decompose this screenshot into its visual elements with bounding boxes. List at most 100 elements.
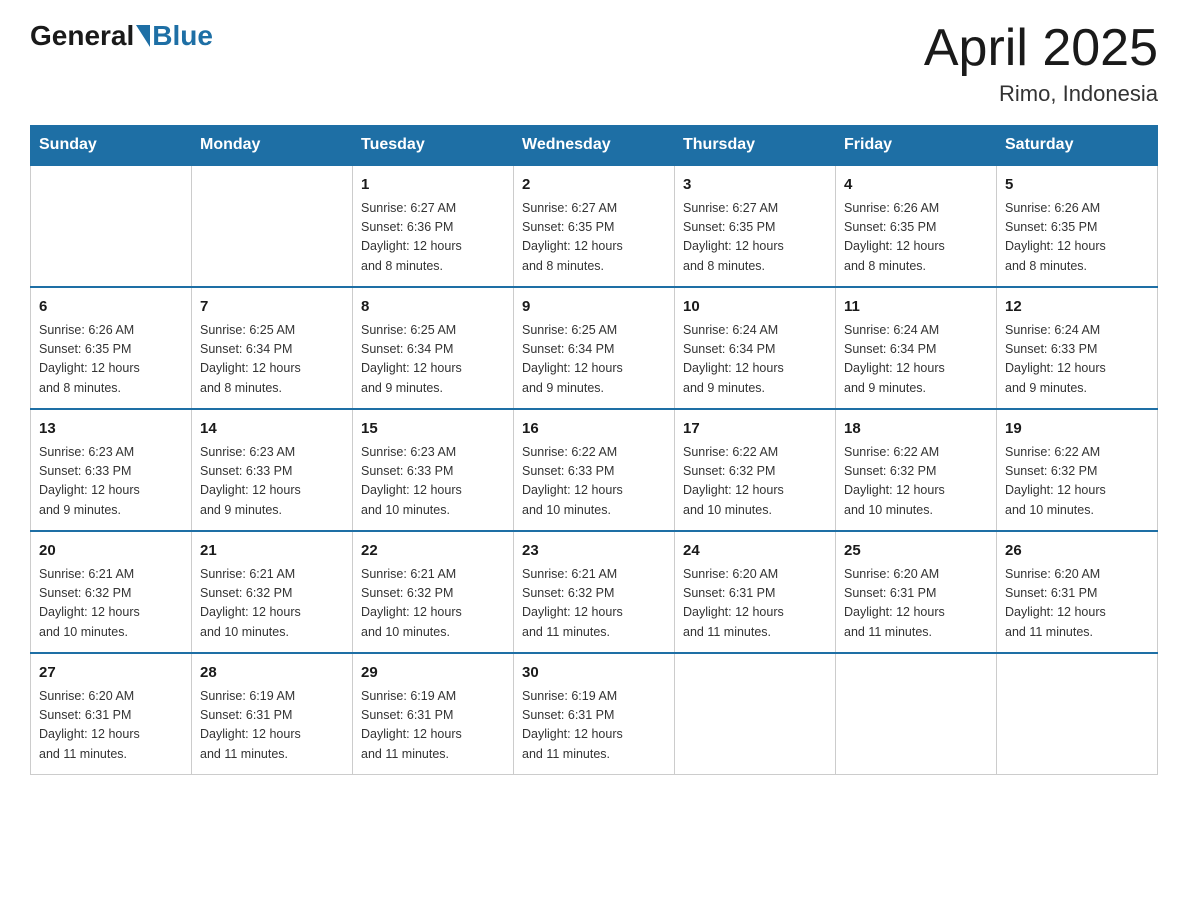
calendar-cell: 5Sunrise: 6:26 AMSunset: 6:35 PMDaylight… (997, 165, 1158, 287)
calendar-subtitle: Rimo, Indonesia (924, 81, 1158, 107)
header-day-wednesday: Wednesday (514, 126, 675, 166)
calendar-cell: 20Sunrise: 6:21 AMSunset: 6:32 PMDayligh… (31, 531, 192, 653)
week-row-4: 20Sunrise: 6:21 AMSunset: 6:32 PMDayligh… (31, 531, 1158, 653)
day-info: Sunrise: 6:24 AMSunset: 6:33 PMDaylight:… (1005, 321, 1149, 399)
day-info: Sunrise: 6:21 AMSunset: 6:32 PMDaylight:… (39, 565, 183, 643)
day-number: 15 (361, 418, 505, 441)
day-info: Sunrise: 6:23 AMSunset: 6:33 PMDaylight:… (39, 443, 183, 521)
calendar-cell: 8Sunrise: 6:25 AMSunset: 6:34 PMDaylight… (353, 287, 514, 409)
day-info: Sunrise: 6:27 AMSunset: 6:36 PMDaylight:… (361, 199, 505, 277)
calendar-cell (997, 653, 1158, 775)
calendar-cell: 23Sunrise: 6:21 AMSunset: 6:32 PMDayligh… (514, 531, 675, 653)
calendar-cell: 18Sunrise: 6:22 AMSunset: 6:32 PMDayligh… (836, 409, 997, 531)
day-info: Sunrise: 6:23 AMSunset: 6:33 PMDaylight:… (361, 443, 505, 521)
calendar-cell: 3Sunrise: 6:27 AMSunset: 6:35 PMDaylight… (675, 165, 836, 287)
calendar-cell: 4Sunrise: 6:26 AMSunset: 6:35 PMDaylight… (836, 165, 997, 287)
day-info: Sunrise: 6:21 AMSunset: 6:32 PMDaylight:… (361, 565, 505, 643)
calendar-cell (675, 653, 836, 775)
day-info: Sunrise: 6:21 AMSunset: 6:32 PMDaylight:… (522, 565, 666, 643)
day-info: Sunrise: 6:19 AMSunset: 6:31 PMDaylight:… (200, 687, 344, 765)
week-row-1: 1Sunrise: 6:27 AMSunset: 6:36 PMDaylight… (31, 165, 1158, 287)
calendar-cell: 19Sunrise: 6:22 AMSunset: 6:32 PMDayligh… (997, 409, 1158, 531)
day-number: 25 (844, 540, 988, 563)
day-info: Sunrise: 6:19 AMSunset: 6:31 PMDaylight:… (361, 687, 505, 765)
day-info: Sunrise: 6:21 AMSunset: 6:32 PMDaylight:… (200, 565, 344, 643)
day-info: Sunrise: 6:20 AMSunset: 6:31 PMDaylight:… (844, 565, 988, 643)
day-number: 6 (39, 296, 183, 319)
day-number: 2 (522, 174, 666, 197)
day-number: 5 (1005, 174, 1149, 197)
calendar-cell: 15Sunrise: 6:23 AMSunset: 6:33 PMDayligh… (353, 409, 514, 531)
calendar-cell: 12Sunrise: 6:24 AMSunset: 6:33 PMDayligh… (997, 287, 1158, 409)
day-number: 17 (683, 418, 827, 441)
day-number: 22 (361, 540, 505, 563)
day-info: Sunrise: 6:22 AMSunset: 6:33 PMDaylight:… (522, 443, 666, 521)
day-number: 20 (39, 540, 183, 563)
day-number: 26 (1005, 540, 1149, 563)
day-info: Sunrise: 6:23 AMSunset: 6:33 PMDaylight:… (200, 443, 344, 521)
calendar-cell: 24Sunrise: 6:20 AMSunset: 6:31 PMDayligh… (675, 531, 836, 653)
calendar-cell: 11Sunrise: 6:24 AMSunset: 6:34 PMDayligh… (836, 287, 997, 409)
day-number: 16 (522, 418, 666, 441)
header-day-sunday: Sunday (31, 126, 192, 166)
day-number: 18 (844, 418, 988, 441)
day-info: Sunrise: 6:26 AMSunset: 6:35 PMDaylight:… (1005, 199, 1149, 277)
header-day-saturday: Saturday (997, 126, 1158, 166)
day-number: 9 (522, 296, 666, 319)
logo-area: General Blue (30, 20, 213, 52)
calendar-cell (192, 165, 353, 287)
header: General Blue April 2025 Rimo, Indonesia (30, 20, 1158, 107)
day-number: 28 (200, 662, 344, 685)
day-info: Sunrise: 6:27 AMSunset: 6:35 PMDaylight:… (683, 199, 827, 277)
calendar-cell: 30Sunrise: 6:19 AMSunset: 6:31 PMDayligh… (514, 653, 675, 775)
week-row-2: 6Sunrise: 6:26 AMSunset: 6:35 PMDaylight… (31, 287, 1158, 409)
day-number: 7 (200, 296, 344, 319)
day-number: 1 (361, 174, 505, 197)
day-info: Sunrise: 6:22 AMSunset: 6:32 PMDaylight:… (683, 443, 827, 521)
header-day-tuesday: Tuesday (353, 126, 514, 166)
logo: General Blue (30, 20, 213, 52)
day-info: Sunrise: 6:27 AMSunset: 6:35 PMDaylight:… (522, 199, 666, 277)
calendar-cell: 16Sunrise: 6:22 AMSunset: 6:33 PMDayligh… (514, 409, 675, 531)
calendar-cell: 14Sunrise: 6:23 AMSunset: 6:33 PMDayligh… (192, 409, 353, 531)
day-number: 3 (683, 174, 827, 197)
day-number: 21 (200, 540, 344, 563)
header-day-friday: Friday (836, 126, 997, 166)
day-number: 24 (683, 540, 827, 563)
calendar-cell: 25Sunrise: 6:20 AMSunset: 6:31 PMDayligh… (836, 531, 997, 653)
calendar-cell: 6Sunrise: 6:26 AMSunset: 6:35 PMDaylight… (31, 287, 192, 409)
day-info: Sunrise: 6:25 AMSunset: 6:34 PMDaylight:… (200, 321, 344, 399)
calendar-header: SundayMondayTuesdayWednesdayThursdayFrid… (31, 126, 1158, 166)
day-info: Sunrise: 6:24 AMSunset: 6:34 PMDaylight:… (683, 321, 827, 399)
calendar-table: SundayMondayTuesdayWednesdayThursdayFrid… (30, 125, 1158, 775)
day-info: Sunrise: 6:26 AMSunset: 6:35 PMDaylight:… (39, 321, 183, 399)
calendar-cell: 17Sunrise: 6:22 AMSunset: 6:32 PMDayligh… (675, 409, 836, 531)
week-row-3: 13Sunrise: 6:23 AMSunset: 6:33 PMDayligh… (31, 409, 1158, 531)
calendar-cell: 28Sunrise: 6:19 AMSunset: 6:31 PMDayligh… (192, 653, 353, 775)
week-row-5: 27Sunrise: 6:20 AMSunset: 6:31 PMDayligh… (31, 653, 1158, 775)
calendar-cell (836, 653, 997, 775)
calendar-cell: 21Sunrise: 6:21 AMSunset: 6:32 PMDayligh… (192, 531, 353, 653)
day-info: Sunrise: 6:24 AMSunset: 6:34 PMDaylight:… (844, 321, 988, 399)
header-row: SundayMondayTuesdayWednesdayThursdayFrid… (31, 126, 1158, 166)
day-number: 19 (1005, 418, 1149, 441)
calendar-cell: 1Sunrise: 6:27 AMSunset: 6:36 PMDaylight… (353, 165, 514, 287)
day-number: 30 (522, 662, 666, 685)
day-number: 13 (39, 418, 183, 441)
day-info: Sunrise: 6:25 AMSunset: 6:34 PMDaylight:… (361, 321, 505, 399)
calendar-cell: 13Sunrise: 6:23 AMSunset: 6:33 PMDayligh… (31, 409, 192, 531)
calendar-cell (31, 165, 192, 287)
day-number: 10 (683, 296, 827, 319)
day-number: 23 (522, 540, 666, 563)
day-info: Sunrise: 6:20 AMSunset: 6:31 PMDaylight:… (1005, 565, 1149, 643)
calendar-cell: 27Sunrise: 6:20 AMSunset: 6:31 PMDayligh… (31, 653, 192, 775)
day-info: Sunrise: 6:22 AMSunset: 6:32 PMDaylight:… (844, 443, 988, 521)
day-number: 29 (361, 662, 505, 685)
day-info: Sunrise: 6:26 AMSunset: 6:35 PMDaylight:… (844, 199, 988, 277)
day-number: 4 (844, 174, 988, 197)
day-number: 11 (844, 296, 988, 319)
day-info: Sunrise: 6:20 AMSunset: 6:31 PMDaylight:… (39, 687, 183, 765)
day-info: Sunrise: 6:25 AMSunset: 6:34 PMDaylight:… (522, 321, 666, 399)
day-number: 27 (39, 662, 183, 685)
day-number: 8 (361, 296, 505, 319)
